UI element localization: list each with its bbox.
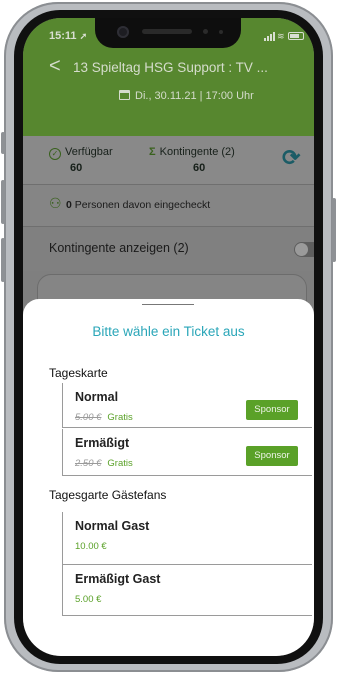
ticket-name: Normal [75,390,119,404]
sensor-dot [219,30,223,34]
person-check-icon: ⚇ [49,195,62,211]
ticket-name: Normal Gast [75,519,150,533]
old-price: 5.00 € [75,412,102,423]
ticket-name: Ermäßigt Gast [75,572,161,586]
notch [95,18,241,48]
section-title-tageskarte: Tageskarte [49,366,108,380]
battery-icon [288,32,304,40]
ticket-price: 10.00 € [75,541,107,552]
checkin-text: 0 Personen davon eingecheckt [66,199,210,211]
event-title: 13 Spieltag HSG Support : TV ... [73,60,268,75]
sponsor-badge[interactable]: Sponsor [246,400,298,420]
kontingente-label: Kontingente anzeigen (2) [49,241,189,255]
refresh-icon[interactable]: ⟳ [282,145,300,171]
wifi-icon: ≋ [277,31,285,41]
quota-label-text: Kontingente (2) [159,146,235,158]
mute-switch [1,132,5,154]
sheet-drag-handle[interactable] [142,304,194,305]
ticket-bottom-sheet: Bitte wähle ein Ticket aus Tageskarte No… [23,299,314,656]
status-time-text: 15:11 [49,30,77,42]
toggle-knob [295,243,308,256]
kontingente-row: Kontingente anzeigen (2) [23,226,314,271]
speaker-grille [142,29,192,34]
current-price: Gratis [107,412,133,423]
event-header: 15:11 ➚ ≋ < 13 Spieltag HSG Support: TV… [23,18,314,136]
ticket-item-ermaessigt-gast[interactable]: Ermäßigt Gast 5.00 € > [62,565,312,616]
ticket-item-normal[interactable]: Normal 5.00 €Gratis Sponsor > [62,383,312,428]
checkin-row: ⚇ 0 Personen davon eingecheckt [23,184,314,227]
calendar-icon [119,90,130,100]
checkin-count: 0 [66,199,72,211]
section-title-gaestefans: Tagesgarte Gästefans [49,488,167,502]
volume-down-button [1,238,5,282]
app-screen: 15:11 ➚ ≋ < 13 Spieltag HSG Support: TV… [23,18,314,656]
sensor-dot [203,29,208,34]
sigma-icon: Σ [149,146,156,158]
back-button[interactable]: < [49,55,61,78]
available-label: ✓ Verfügbar [49,146,113,160]
sheet-title: Bitte wähle ein Ticket aus [92,324,245,339]
power-button [332,198,336,262]
ticket-item-normal-gast[interactable]: Normal Gast 10.00 € > [62,512,312,565]
ticket-item-ermaessigt[interactable]: Ermäßigt 2.50 €Gratis Sponsor > [62,429,312,476]
quota-value: 60 [193,162,206,174]
front-camera [117,26,129,38]
volume-up-button [1,180,5,224]
available-value: 60 [70,162,83,174]
current-price: Gratis [107,458,133,469]
sponsor-badge[interactable]: Sponsor [246,446,298,466]
check-circle-icon: ✓ [49,148,61,160]
ticket-name: Ermäßigt [75,436,130,450]
phone-frame: 15:11 ➚ ≋ < 13 Spieltag HSG Support: TV… [1,2,336,672]
phone-bezel: 15:11 ➚ ≋ < 13 Spieltag HSG Support: TV… [14,10,323,664]
available-label-text: Verfügbar [65,146,113,158]
status-time: 15:11 ➚ [49,30,87,42]
kontingente-toggle[interactable] [294,242,314,257]
status-icons: ≋ [264,31,308,41]
event-date-text: Di., 30.11.21 | 17:00 Uhr [135,90,254,102]
location-arrow-icon: ➚ [79,31,88,41]
ticket-price: 5.00 € [75,594,102,605]
old-price: 2.50 € [75,458,102,469]
quota-label: Σ Kontingente (2) [149,146,235,158]
ticket-price: 5.00 € Gratis [75,412,133,423]
ticket-price: 2.50 € Gratis [75,458,133,469]
stats-row: ✓ Verfügbar 60 Σ Kontingente (2) 60 ⟳ [23,136,314,184]
event-date: Di., 30.11.21 | 17:00 Uhr [119,90,254,102]
checkin-label: Personen davon eingecheckt [74,199,211,211]
